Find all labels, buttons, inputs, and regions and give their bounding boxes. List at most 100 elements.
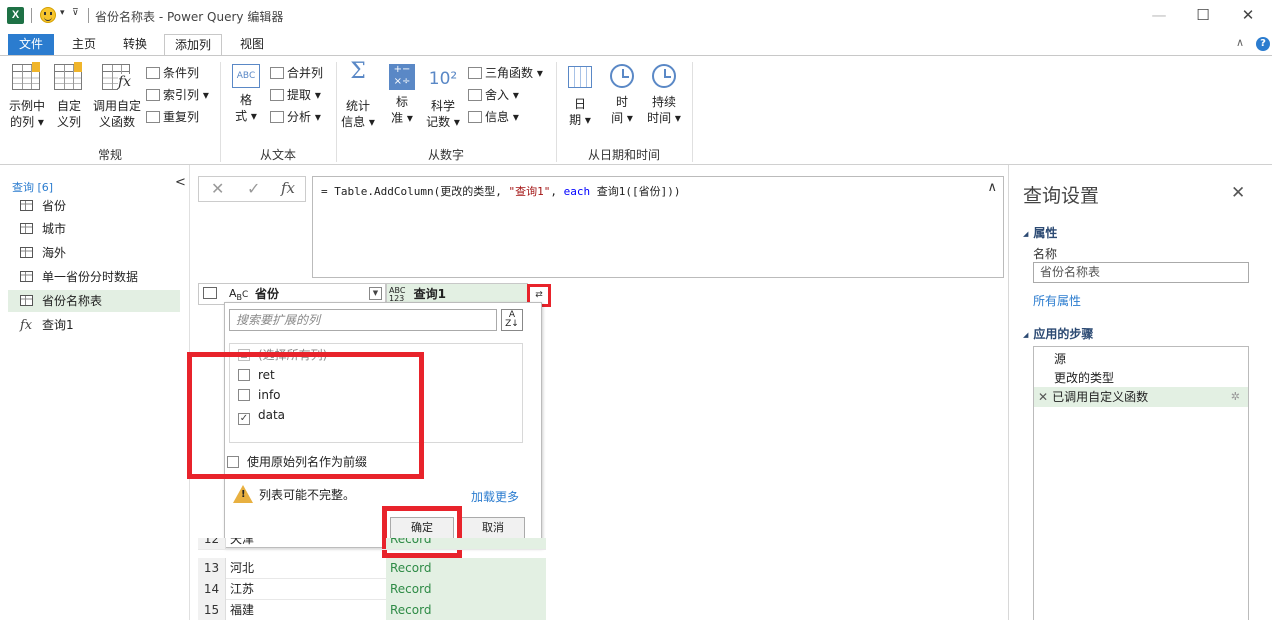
confirm-formula-icon[interactable]: ✓ [247, 179, 260, 198]
stopwatch-icon [652, 64, 676, 88]
all-properties-link[interactable]: 所有属性 [1033, 292, 1081, 309]
column-label: 省份 [255, 287, 280, 301]
invoke-custom-function-button[interactable]: fx 调用自定 义函数 [92, 64, 142, 130]
trigonometry-button[interactable]: 三角函数 ▾ [468, 65, 543, 81]
load-more-link[interactable]: 加载更多 [471, 488, 519, 505]
ok-button[interactable]: 确定 [390, 517, 454, 539]
use-prefix-checkbox[interactable]: 使用原始列名作为前缀 [227, 453, 367, 470]
function-icon: fx [20, 318, 33, 333]
query-item-province-names[interactable]: 省份名称表 [8, 290, 180, 312]
clock-icon [610, 64, 634, 88]
standard-button[interactable]: +− ×÷ 标 准 ▾ [388, 64, 416, 126]
field-checkbox-data[interactable]: ✓ data [238, 408, 285, 425]
any-type-icon[interactable]: ABC 123 [389, 286, 405, 303]
step-invoked-custom-function[interactable]: ✕ 已调用自定义函数 ✲ [1034, 387, 1248, 407]
select-all-checkbox[interactable]: (选择所有列) [238, 346, 327, 363]
ribbon-body: 示例中 的列 ▾ 自定 义列 fx 调用自定 义函数 条件列 索引列 ▾ 重复列… [0, 55, 1272, 165]
qa-separator [31, 8, 32, 23]
smiley-dropdown-icon[interactable]: ▾ [60, 8, 65, 18]
cancel-button[interactable]: 取消 [461, 517, 525, 539]
scientific-button[interactable]: 10² 科学 记数 ▾ [425, 64, 461, 130]
record-cell[interactable]: Record [386, 600, 546, 620]
step-changed-type[interactable]: 更改的类型 [1034, 368, 1248, 388]
customize-qa-icon[interactable]: ⊽ [72, 8, 79, 18]
table-row: 14 江苏 Record [198, 579, 546, 600]
filter-dropdown-icon[interactable]: ▼ [369, 287, 382, 300]
help-icon[interactable]: ? [1256, 37, 1270, 51]
extract-button[interactable]: 提取 ▾ [270, 87, 321, 103]
expand-formula-icon[interactable]: ∧ [987, 180, 997, 195]
cancel-formula-icon[interactable]: ✕ [211, 179, 224, 198]
applied-steps-list: 源 更改的类型 ✕ 已调用自定义函数 ✲ [1033, 346, 1249, 620]
statistics-button[interactable]: Σ 统计 信息 ▾ [340, 61, 376, 130]
sort-az-icon[interactable]: A Z↓ [501, 309, 523, 331]
merge-columns-button[interactable]: 合并列 [270, 65, 323, 81]
tab-add-column[interactable]: 添加列 [164, 34, 223, 56]
index-column-button[interactable]: 索引列 ▾ [146, 87, 209, 103]
table-icon [20, 271, 33, 282]
tab-transform[interactable]: 转换 [113, 34, 157, 56]
time-button[interactable]: 时 间 ▾ [604, 64, 640, 126]
checkmark-icon: ✓ [238, 413, 250, 425]
number-info-button[interactable]: 信息 ▾ [468, 109, 519, 125]
invoke-function-icon: fx [102, 64, 132, 94]
tab-home[interactable]: 主页 [62, 34, 106, 56]
group-label-from-number: 从数字 [427, 148, 464, 162]
query-item-overseas[interactable]: 海外 [8, 242, 180, 264]
query-item-query1[interactable]: fx 查询1 [8, 314, 180, 336]
table-menu-icon[interactable] [203, 287, 217, 299]
record-cell[interactable]: Record [386, 579, 546, 600]
query-item-province-timeseries[interactable]: 单一省份分时数据 [8, 266, 180, 288]
rounding-button[interactable]: 舍入 ▾ [468, 87, 519, 103]
gear-icon[interactable]: ✲ [1231, 387, 1240, 407]
table-icon [20, 295, 33, 306]
duration-button[interactable]: 持续 时间 ▾ [644, 64, 684, 126]
name-label: 名称 [1033, 247, 1058, 261]
format-button[interactable]: ABC 格 式 ▾ [228, 64, 264, 124]
column-label: 查询1 [413, 287, 446, 301]
duplicate-column-button[interactable]: 重复列 [146, 109, 199, 125]
number-info-icon [468, 111, 482, 123]
step-source[interactable]: 源 [1034, 349, 1248, 369]
settings-title: 查询设置 [1023, 185, 1100, 207]
field-checkbox-info[interactable]: info [238, 388, 281, 402]
merge-columns-icon [270, 67, 284, 79]
column-checkbox-list: (选择所有列) ret info ✓ data [229, 343, 523, 443]
properties-header[interactable]: 属性 [1023, 224, 1057, 241]
smiley-feedback-icon[interactable] [40, 7, 56, 23]
parse-button[interactable]: 分析 ▾ [270, 109, 321, 125]
queries-pane: 查询 [6] < 省份 城市 海外 单一省份分时数据 省份名称表 fx 查询1 [0, 165, 190, 620]
applied-steps-header[interactable]: 应用的步骤 [1023, 325, 1093, 342]
tab-view[interactable]: 视图 [230, 34, 274, 56]
duplicate-column-icon [146, 111, 160, 123]
incomplete-list-warning: ! 列表可能不完整。 [233, 485, 355, 503]
table-row: 12 天津 Record [198, 538, 546, 550]
collapse-ribbon-icon[interactable]: ∧ [1236, 36, 1244, 49]
rounding-icon [468, 89, 482, 101]
formula-input[interactable]: = Table.AddColumn(更改的类型, "查询1", each 查询1… [312, 176, 1004, 278]
conditional-column-button[interactable]: 条件列 [146, 65, 199, 81]
table-row: 13 河北 Record [198, 558, 546, 579]
tab-file[interactable]: 文件 [8, 34, 55, 56]
collapse-queries-button[interactable]: < [175, 175, 186, 190]
ribbon-tabs: 文件 主页 转换 添加列 视图 [0, 32, 1280, 56]
maximize-button[interactable]: ☐ [1188, 4, 1218, 26]
search-columns-input[interactable]: 搜索要扩展的列 [229, 309, 497, 331]
close-settings-icon[interactable]: ✕ [1231, 183, 1245, 203]
delete-step-icon[interactable]: ✕ [1038, 390, 1048, 404]
date-button[interactable]: 日 期 ▾ [562, 64, 598, 128]
record-cell[interactable]: Record [386, 558, 546, 579]
query-item-cities[interactable]: 城市 [8, 218, 180, 240]
field-checkbox-ret[interactable]: ret [238, 368, 275, 382]
qa-separator [88, 8, 89, 23]
query-item-provinces[interactable]: 省份 [8, 195, 180, 217]
column-from-examples-button[interactable]: 示例中 的列 ▾ [6, 62, 48, 130]
query-name-input[interactable]: 省份名称表 [1033, 262, 1249, 283]
standard-operations-icon: +− ×÷ [389, 64, 415, 90]
close-window-button[interactable]: ✕ [1233, 4, 1263, 26]
fx-icon[interactable]: fx [281, 179, 295, 197]
minimize-button[interactable]: — [1144, 4, 1174, 26]
column-from-examples-icon [12, 62, 42, 94]
format-icon: ABC [232, 64, 260, 88]
custom-column-button[interactable]: 自定 义列 [54, 62, 84, 130]
